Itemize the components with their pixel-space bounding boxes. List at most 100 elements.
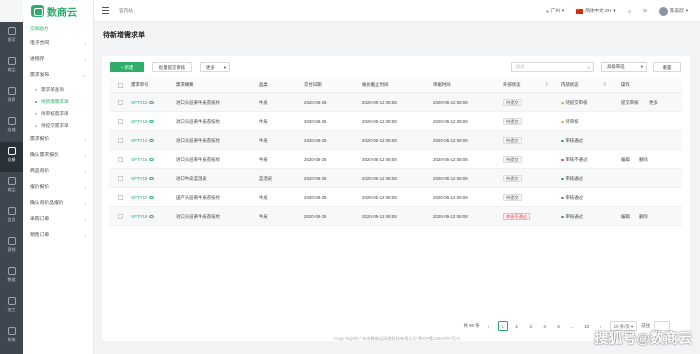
page-number[interactable]: 10 [582,321,592,331]
sidebar-item-purchase-order[interactable]: 采购订单 › [23,212,93,228]
help-button[interactable]: ⊙ [643,8,647,14]
rail-item-member[interactable]: 会员 [0,202,23,232]
row-checkbox[interactable] [118,119,123,124]
chevron-right-icon: › [84,233,86,239]
page-number[interactable]: 2 [512,321,522,331]
row-checkbox[interactable] [118,100,123,105]
row-checkbox[interactable] [118,138,123,143]
breadcrumb[interactable]: 官内站 [119,8,133,14]
rail-item-data[interactable]: 数据 [0,262,23,292]
eye-icon[interactable] [149,196,155,200]
sidebar-item-sales-order[interactable]: 销售订单 › [23,228,93,244]
demand-id[interactable]: SPTY18 [131,207,155,226]
table-row[interactable]: SPTY16 进口牛皮蓝湿皮 蓝湿皮 2020-08-25 2020-05-12 08:… [109,169,682,188]
more-action-link[interactable]: 更多 [649,93,658,112]
list-card: + 新建 批量提交审核 更多 ▾ 搜索 ⌕ 高级筛选 ▾ 重置 需求单号 需求摘要 品… [102,56,690,341]
row-checkbox[interactable] [118,195,123,200]
status-dot-icon [561,177,564,181]
rail-item-system[interactable]: 系统 [0,322,23,352]
sidebar-item-contract[interactable]: 电子合同 › [23,36,93,52]
notification-button[interactable]: ♫ [628,9,631,14]
demand-id[interactable]: SPTY13 [131,112,155,131]
sidebar-item-demand-publish[interactable]: 需求发布 ⌄ [23,68,93,84]
sidebar-subitem-pending-submit[interactable]: 待提交需求单 [23,120,93,132]
demand-id[interactable]: SPTY14 [131,131,155,150]
eye-icon[interactable] [149,177,155,181]
more-dropdown[interactable]: 更多 ▾ [200,62,230,72]
rail-item-qualification[interactable]: 资质 [0,82,23,112]
row-checkbox[interactable] [118,176,123,181]
delete-link[interactable]: 删除 [639,207,648,226]
demand-id[interactable]: SPTY17 [131,188,155,207]
table-row[interactable]: SPTY13 进口头层黄牛皮荔枝纹 牛皮 2020-08-25 2020-05-12 0… [109,112,682,131]
row-checkbox[interactable] [118,214,123,219]
column-header-id[interactable]: 需求单号 [131,77,149,93]
reset-button[interactable]: 重置 [653,62,681,72]
table-row[interactable]: SPTY13 进口头层黄牛皮荔枝纹 牛皮 2020-08-25 2020-05-12 0… [109,93,682,112]
edit-link[interactable]: 编辑 [621,207,630,226]
demand-id[interactable]: SPTY15 [131,150,155,169]
language-selector[interactable]: 简体中文-ZH▾ [576,7,616,14]
column-header-deadline[interactable]: 报价截止时间 [362,77,388,93]
avatar [658,6,668,16]
page-number[interactable]: 5 [554,321,564,331]
eye-icon[interactable] [149,215,155,219]
status-dot-icon [561,139,564,143]
eye-icon[interactable] [149,158,155,162]
status-dot-icon [561,158,564,162]
sidebar-item-confirm-inquiry[interactable]: 确认询价品报价 › [23,196,93,212]
menu-toggle-icon[interactable] [102,7,109,14]
advanced-filter-dropdown[interactable]: 高级筛选 ▾ [601,62,647,72]
sidebar-item-inventory[interactable]: 进销存 › [23,52,93,68]
column-header-category[interactable]: 品类 [259,77,268,93]
column-header-internal[interactable]: 内部状态 [561,77,579,93]
table-row[interactable]: SPTY14 进口头层黄牛皮荔枝纹 牛皮 2020-08-25 2020-05-12 0… [109,131,682,150]
user-menu[interactable]: 陈美欣 ▾ [658,6,688,16]
delivery-date: 2020-08-25 [304,214,327,219]
filter-icon[interactable]: ⊽ [603,77,606,93]
location-selector[interactable]: ⌖ 广州 ▾ [546,8,564,14]
eye-icon[interactable] [149,139,155,143]
rail-item-marketing[interactable]: 营销 [0,232,23,262]
column-header-delivery[interactable]: 交付日期 [304,77,322,93]
edit-link[interactable]: 编辑 [621,150,630,169]
column-header-created[interactable]: 单据时间 [433,77,451,93]
row-checkbox[interactable] [118,157,123,162]
sidebar-item-quote-quote[interactable]: 报价报价 › [23,180,93,196]
page-number[interactable]: 4 [540,321,550,331]
sidebar-item-inquiry[interactable]: 商品询价 › [23,164,93,180]
table-row[interactable]: SPTY18 进口头层黄牛皮荔枝纹 牛皮 2020-08-25 2020-05-12 0… [109,207,682,226]
rail-item-product[interactable]: 商品 [0,172,23,202]
sidebar-subitem-demand-query[interactable]: 需求单查询 [23,84,93,96]
new-button[interactable]: + 新建 [110,62,144,72]
rail-item-shop[interactable]: 店铺 [0,112,23,142]
table-row[interactable]: SPTY17 国产头层黄牛皮荔枝纹 牛皮 2020-08-25 2020-05-12 0… [109,188,682,207]
batch-submit-button[interactable]: 批量提交审核 [152,62,192,72]
demand-id[interactable]: SPTY16 [131,169,155,188]
rail-item-goods[interactable]: 商品 [0,52,23,82]
prev-page-button[interactable]: ‹ [484,321,494,331]
status-dot-icon [561,120,564,124]
column-header-external[interactable]: 外部状态 [503,77,521,93]
delivery-date: 2020-08-25 [304,119,327,124]
sidebar-item-confirm-quote[interactable]: 确认需求报价 › [23,148,93,164]
page-number[interactable]: 3 [526,321,536,331]
filter-icon[interactable]: ⊽ [545,77,548,93]
demand-id[interactable]: SPTY13 [131,93,155,112]
rail-item-home[interactable]: 首页 [0,22,23,52]
column-header-summary[interactable]: 需求摘要 [176,77,194,93]
sidebar-subitem-pending-new[interactable]: 待新增需求单 [23,96,93,108]
select-all-checkbox[interactable] [118,82,123,88]
rail-item-process[interactable]: 加工 [0,292,23,322]
table-row[interactable]: SPTY15 进口头层黄牛皮荔枝纹 牛皮 2020-08-25 2020-05-12 0… [109,150,682,169]
delete-link[interactable]: 删除 [639,150,648,169]
sidebar-item-demand-quote[interactable]: 需求报价 › [23,132,93,148]
eye-icon[interactable] [149,120,155,124]
sidebar-subitem-pending-review[interactable]: 待审核需求单 [23,108,93,120]
page-number[interactable]: 1 [497,321,508,331]
eye-icon[interactable] [149,101,155,105]
submit-review-link[interactable]: 提交审核 [621,93,639,112]
search-input[interactable]: 搜索 ⌕ [511,62,594,72]
rail-item-trade[interactable]: 交易 [0,142,23,172]
page-ellipsis[interactable]: ... [568,321,578,331]
